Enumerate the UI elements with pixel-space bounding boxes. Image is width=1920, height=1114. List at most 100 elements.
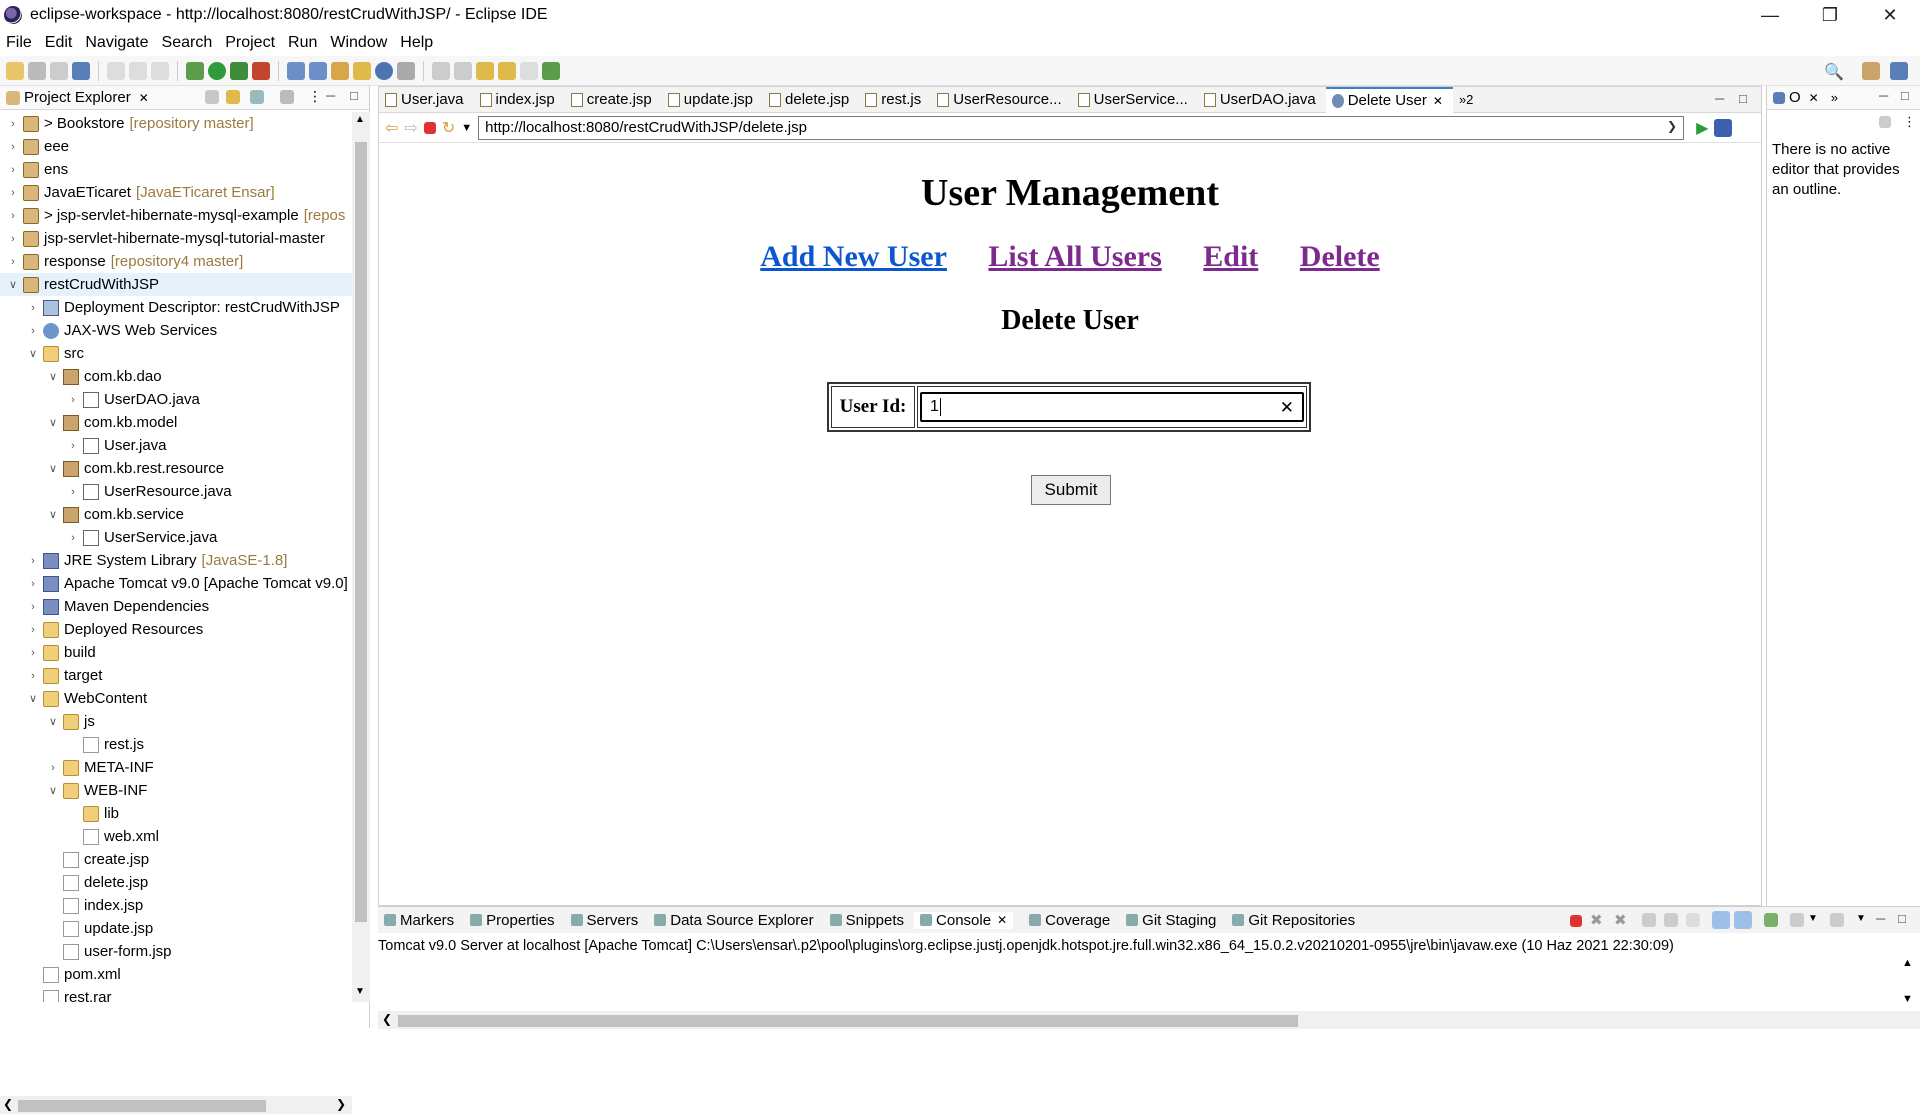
remove-all-icon[interactable]: ✖	[1614, 911, 1627, 929]
tree-item[interactable]: ∨ restCrudWithJSP	[0, 273, 352, 296]
tree-item[interactable]: index.jsp	[0, 894, 352, 917]
chevron-right-icon[interactable]: ›	[46, 762, 60, 774]
open-type-icon[interactable]	[331, 61, 349, 80]
new-java-project-icon[interactable]	[287, 61, 305, 80]
tree-item[interactable]: ∨ com.kb.rest.resource	[0, 457, 352, 480]
pin-editor-icon[interactable]	[542, 61, 560, 80]
open-task-icon[interactable]	[353, 61, 371, 80]
open-console-icon[interactable]	[1830, 913, 1844, 927]
browser-icon[interactable]	[375, 61, 393, 80]
tree-item[interactable]: › target	[0, 664, 352, 687]
coverage-icon[interactable]	[230, 61, 248, 80]
scroll-down-icon[interactable]: ▼	[355, 986, 365, 997]
tree-item[interactable]: › User.java	[0, 434, 352, 457]
chevron-right-icon[interactable]: ›	[26, 325, 40, 337]
run-icon[interactable]	[208, 61, 226, 80]
editor-tab[interactable]: delete.jsp	[763, 87, 859, 113]
new-class-icon[interactable]	[309, 61, 327, 80]
user-id-input[interactable]: 1 ✕	[920, 392, 1304, 422]
menu-project[interactable]: Project	[225, 34, 275, 52]
explorer-horizontal-scrollbar[interactable]: ❮ ❯	[0, 1096, 352, 1114]
chevron-right-icon[interactable]: ›	[66, 532, 80, 544]
minimize-view-icon[interactable]: ─	[326, 88, 335, 103]
clear-icon[interactable]: ✕	[1280, 398, 1294, 418]
list-all-users-link[interactable]: List All Users	[988, 240, 1161, 273]
console-tab[interactable]: Console ✕	[914, 911, 1014, 929]
editor-tab[interactable]: Delete User ✕	[1325, 86, 1453, 113]
tree-item[interactable]: › Deployed Resources	[0, 618, 352, 641]
explorer-vertical-scrollbar[interactable]: ▲ ▼	[352, 112, 370, 1002]
scroll-left-icon[interactable]: ❮	[3, 1097, 13, 1111]
terminate-icon[interactable]	[1570, 915, 1582, 927]
minimize-view-icon[interactable]: ─	[1715, 91, 1724, 106]
tree-item[interactable]: › META-INF	[0, 756, 352, 779]
tree-item[interactable]: web.xml	[0, 825, 352, 848]
menu-search[interactable]: Search	[162, 34, 213, 52]
chevron-right-icon[interactable]: ›	[6, 256, 20, 268]
forward-icon[interactable]: ⇨	[404, 118, 417, 138]
external-tools-icon[interactable]	[252, 61, 270, 80]
chevron-down-icon[interactable]: ∨	[46, 370, 60, 383]
show-on-stderr-icon[interactable]	[1734, 911, 1752, 929]
editor-tab[interactable]: UserResource...	[931, 87, 1071, 113]
tab-overflow-indicator[interactable]: »2	[1459, 92, 1473, 107]
chevron-right-icon[interactable]: ›	[6, 187, 20, 199]
chevron-down-icon[interactable]: ∨	[6, 278, 20, 291]
terminate-icon[interactable]	[151, 61, 169, 80]
next-annotation-icon[interactable]	[432, 61, 450, 80]
chevron-down-icon[interactable]: ∨	[46, 416, 60, 429]
chevron-right-icon[interactable]: ›	[26, 624, 40, 636]
tree-item[interactable]: › UserDAO.java	[0, 388, 352, 411]
previous-annotation-icon[interactable]	[454, 61, 472, 80]
tree-item[interactable]: › build	[0, 641, 352, 664]
editor-tab[interactable]: index.jsp	[474, 87, 565, 113]
tree-item[interactable]: pom.xml	[0, 963, 352, 986]
view-menu-icon[interactable]: ⋮	[1903, 114, 1916, 130]
sort-icon[interactable]	[1879, 116, 1891, 128]
chevron-down-icon[interactable]: ∨	[46, 784, 60, 797]
tree-item[interactable]: ∨ WEB-INF	[0, 779, 352, 802]
scroll-left-icon[interactable]: ❮	[382, 1012, 392, 1026]
tree-item[interactable]: › eee	[0, 135, 352, 158]
chevron-down-icon[interactable]: ∨	[26, 692, 40, 705]
menu-help[interactable]: Help	[400, 34, 433, 52]
tree-item[interactable]: › JavaETicaret [JavaETicaret Ensar]	[0, 181, 352, 204]
scroll-thumb[interactable]	[355, 142, 367, 922]
add-new-user-link[interactable]: Add New User	[760, 240, 947, 273]
chevron-right-icon[interactable]: ›	[6, 210, 20, 222]
maximize-view-icon[interactable]: □	[350, 88, 358, 103]
scroll-up-icon[interactable]: ▲	[1902, 957, 1913, 969]
maximize-view-icon[interactable]: □	[1901, 88, 1909, 103]
close-icon[interactable]: ✕	[1809, 91, 1819, 105]
chevron-right-icon[interactable]: ›	[26, 302, 40, 314]
display-console-icon[interactable]	[1790, 913, 1804, 927]
chevron-down-icon[interactable]: ∨	[46, 508, 60, 521]
tree-item[interactable]: › UserService.java	[0, 526, 352, 549]
project-explorer-tab[interactable]: Project Explorer ✕ ⋮ ─ □	[0, 86, 369, 110]
editor-tab[interactable]: create.jsp	[565, 87, 662, 113]
console-horizontal-scrollbar[interactable]: ❮	[378, 1011, 1920, 1029]
tree-item[interactable]: › JRE System Library [JavaSE-1.8]	[0, 549, 352, 572]
chevron-right-icon[interactable]: ›	[6, 233, 20, 245]
menu-navigate[interactable]: Navigate	[85, 34, 148, 52]
menu-file[interactable]: File	[6, 34, 32, 52]
focus-icon[interactable]	[280, 90, 294, 104]
console-tab[interactable]: Coverage	[1023, 912, 1110, 929]
stop-icon[interactable]	[423, 121, 436, 134]
tree-item[interactable]: user-form.jsp	[0, 940, 352, 963]
editor-tab[interactable]: UserDAO.java	[1198, 87, 1326, 113]
tree-item[interactable]: › response [repository4 master]	[0, 250, 352, 273]
scroll-thumb[interactable]	[398, 1015, 1298, 1027]
url-field[interactable]: http://localhost:8080/restCrudWithJSP/de…	[478, 115, 1685, 140]
console-tab[interactable]: Properties	[464, 912, 555, 929]
tree-item[interactable]: delete.jsp	[0, 871, 352, 894]
overflow-icon[interactable]: »	[1831, 90, 1838, 105]
tree-item[interactable]: › > Bookstore [repository master]	[0, 112, 352, 135]
close-icon[interactable]: ✕	[1433, 94, 1443, 108]
clear-console-icon[interactable]	[1642, 913, 1656, 927]
console-tab[interactable]: Markers	[378, 912, 454, 929]
chevron-right-icon[interactable]: ›	[26, 601, 40, 613]
tree-item[interactable]: › ens	[0, 158, 352, 181]
minimize-button[interactable]: —	[1740, 0, 1800, 30]
collapse-all-icon[interactable]	[205, 90, 219, 104]
